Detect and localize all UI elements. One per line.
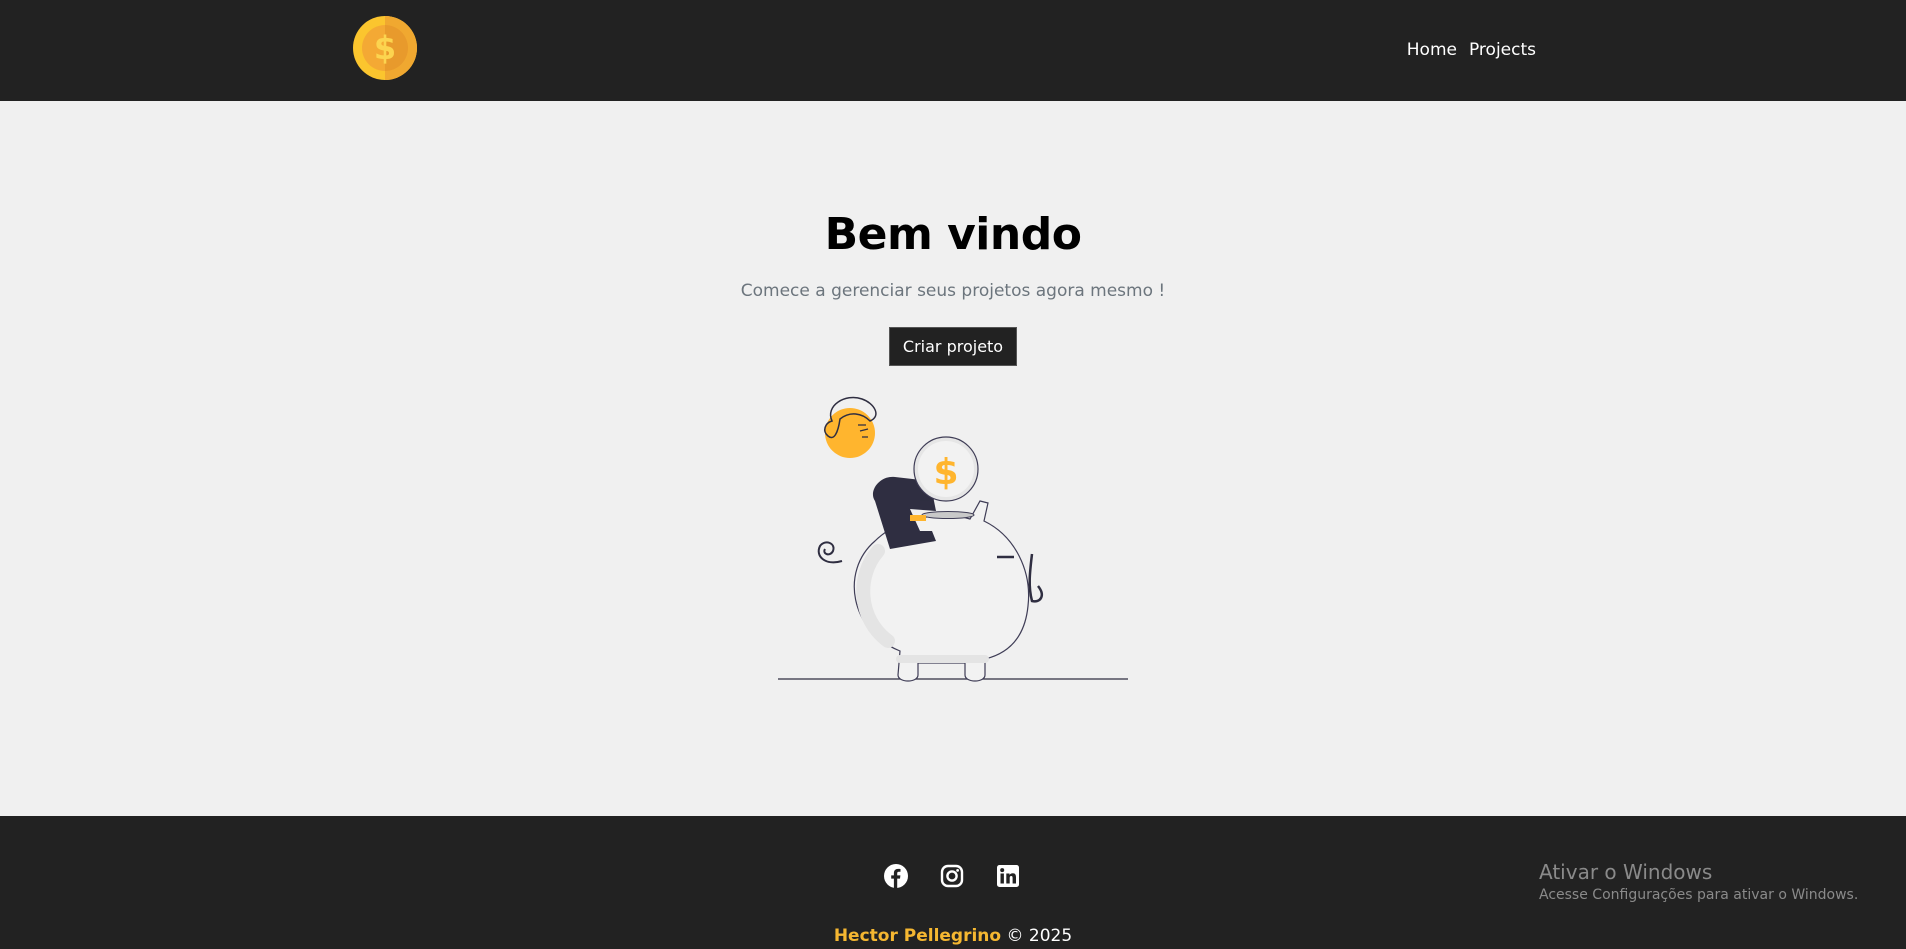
- copyright-text: Hector Pellegrino © 2025: [0, 926, 1906, 946]
- svg-text:$: $: [374, 29, 396, 67]
- author-name[interactable]: Hector Pellegrino: [834, 926, 1001, 946]
- page-subtitle: Comece a gerenciar seus projetos agora m…: [740, 281, 1166, 301]
- nav-projects-link[interactable]: Projects: [1469, 40, 1536, 60]
- nav-home-link[interactable]: Home: [1407, 40, 1457, 60]
- site-header: $ Home Projects: [0, 0, 1906, 101]
- facebook-icon[interactable]: [884, 864, 908, 888]
- piggy-bank-illustration: $: [778, 396, 1128, 682]
- create-project-button[interactable]: Criar projeto: [889, 327, 1017, 366]
- page-title: Bem vindo: [824, 209, 1082, 260]
- main-content: Bem vindo Comece a gerenciar seus projet…: [0, 101, 1906, 816]
- coin-symbol: $: [933, 452, 958, 493]
- social-links: [884, 864, 1020, 888]
- activation-title: Ativar o Windows: [1539, 860, 1713, 884]
- linkedin-icon[interactable]: [996, 864, 1020, 888]
- copyright-year: © 2025: [1006, 926, 1073, 946]
- main-nav: Home Projects: [1407, 40, 1536, 60]
- instagram-icon[interactable]: [940, 864, 964, 888]
- coin-logo-icon[interactable]: $: [352, 15, 418, 81]
- site-footer: Ativar o Windows Acesse Configurações pa…: [0, 816, 1906, 949]
- activation-message: Acesse Configurações para ativar o Windo…: [1539, 887, 1859, 903]
- windows-activation-notice: Ativar o Windows Acesse Configurações pa…: [1539, 860, 1858, 903]
